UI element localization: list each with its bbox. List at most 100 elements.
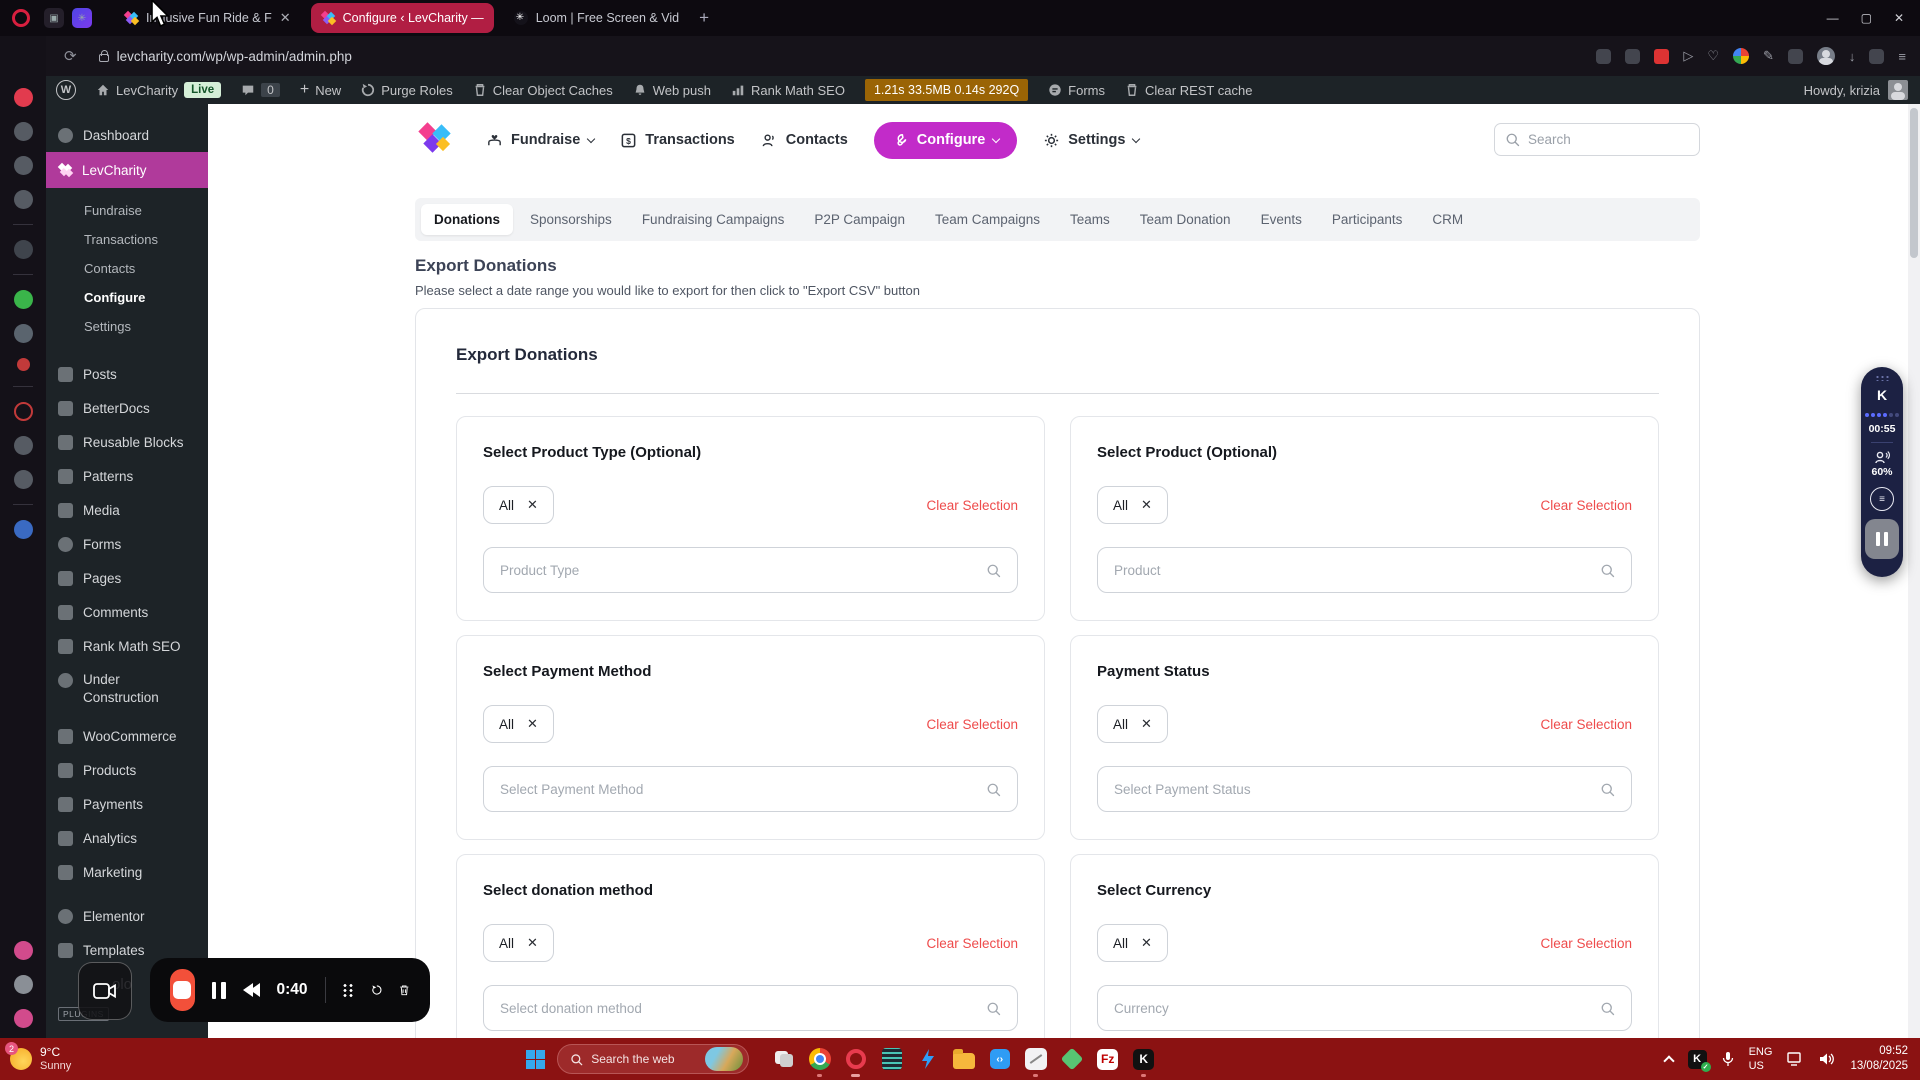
remove-chip-icon[interactable]: ✕ — [527, 716, 538, 732]
tab-participants[interactable]: Participants — [1319, 204, 1416, 235]
camera-bubble-button[interactable] — [78, 962, 132, 1020]
filter-search-field[interactable] — [1097, 985, 1632, 1031]
browser-tab[interactable]: Inclusive Fun Ride & F ✕ — [114, 3, 301, 33]
history-clock-icon[interactable] — [14, 402, 33, 421]
messenger-icon[interactable] — [17, 358, 30, 371]
remove-chip-icon[interactable]: ✕ — [1141, 935, 1152, 951]
clear-selection-link[interactable]: Clear Selection — [1540, 936, 1632, 951]
sidebar-item-forms[interactable]: Forms — [46, 527, 208, 561]
window-minimize-button[interactable]: — — [1827, 11, 1839, 25]
puzzle-extension-icon[interactable] — [1788, 49, 1803, 64]
nav-contacts[interactable]: Contacts — [761, 132, 848, 149]
sidebar-item-media[interactable]: Media — [46, 493, 208, 527]
nav-configure[interactable]: Configure — [874, 122, 1017, 159]
performance-badge[interactable]: 1.21s 33.5MB 0.14s 292Q — [855, 76, 1038, 104]
filter-search-field[interactable] — [483, 547, 1018, 593]
clear-selection-link[interactable]: Clear Selection — [1540, 717, 1632, 732]
pink-app-icon[interactable] — [14, 1009, 33, 1028]
tab-teams[interactable]: Teams — [1057, 204, 1123, 235]
clear-object-caches-menu[interactable]: Clear Object Caches — [463, 76, 623, 104]
tab-events[interactable]: Events — [1248, 204, 1315, 235]
thunder-app-icon[interactable] — [915, 1047, 940, 1072]
page-scrollbar[interactable] — [1908, 104, 1920, 1038]
palette-extension-icon[interactable] — [1733, 48, 1749, 64]
tab-crm[interactable]: CRM — [1419, 204, 1476, 235]
snipping-tool-icon[interactable] — [1023, 1047, 1048, 1072]
web-push-menu[interactable]: Web push — [623, 76, 721, 104]
selected-chip[interactable]: All✕ — [1097, 705, 1168, 743]
grid-extension-icon[interactable] — [1625, 49, 1640, 64]
filter-search-input[interactable] — [500, 563, 986, 578]
clear-selection-link[interactable]: Clear Selection — [1540, 498, 1632, 513]
sidebar-item-analytics[interactable]: Analytics — [46, 821, 208, 855]
comments-menu[interactable]: 0 — [231, 76, 290, 104]
tab-close-icon[interactable]: ✕ — [280, 10, 291, 26]
taskbar-search[interactable]: Search the web — [557, 1044, 749, 1074]
address-bar[interactable]: levcharity.com/wp/wp-admin/admin.php — [99, 49, 352, 64]
clear-selection-link[interactable]: Clear Selection — [926, 936, 1018, 951]
heart-icon[interactable]: ♡ — [1707, 48, 1719, 64]
selected-chip[interactable]: All✕ — [483, 705, 554, 743]
sidebar-item-comments[interactable]: Comments — [46, 595, 208, 629]
new-tab-button[interactable]: + — [699, 8, 709, 28]
scrollbar-thumb[interactable] — [1910, 108, 1918, 258]
search-input[interactable] — [1528, 132, 1668, 147]
pinned-app-icon[interactable] — [14, 941, 33, 960]
clear-rest-cache-menu[interactable]: Clear REST cache — [1115, 76, 1262, 104]
sidebar-item-reusable-blocks[interactable]: Reusable Blocks — [46, 425, 208, 459]
window-close-button[interactable]: ✕ — [1894, 11, 1904, 25]
browser-tab[interactable]: Loom | Free Screen & Vid — [504, 3, 689, 33]
filter-search-field[interactable] — [483, 766, 1018, 812]
sidebar-item-configure[interactable]: Configure — [46, 283, 208, 312]
discord-icon[interactable] — [14, 324, 33, 343]
play-icon[interactable]: ▷ — [1683, 48, 1693, 64]
workspace-icon[interactable]: ▣ — [44, 8, 64, 28]
sidebar-setup-icon[interactable] — [1869, 49, 1884, 64]
mail-app-icon[interactable] — [14, 190, 33, 209]
filter-search-field[interactable] — [1097, 766, 1632, 812]
sidebar-item-dashboard[interactable]: Dashboard — [46, 118, 208, 152]
sidebar-item-elementor[interactable]: Elementor — [46, 899, 208, 933]
sidebar-item-rank-math[interactable]: Rank Math SEO — [46, 629, 208, 663]
pencil-icon[interactable]: ✎ — [1763, 48, 1774, 64]
clear-selection-link[interactable]: Clear Selection — [926, 498, 1018, 513]
rewind-button[interactable] — [243, 983, 260, 997]
microphone-icon[interactable] — [1722, 1051, 1734, 1067]
adblock-shield-icon[interactable] — [1654, 49, 1669, 64]
pin-extension-icon[interactable] — [1596, 49, 1611, 64]
selected-chip[interactable]: All✕ — [1097, 486, 1168, 524]
tab-donations[interactable]: Donations — [421, 204, 513, 235]
tab-team-campaigns[interactable]: Team Campaigns — [922, 204, 1053, 235]
downloads-icon[interactable]: ↓ — [1849, 49, 1856, 64]
language-indicator[interactable]: ENGUS — [1749, 1045, 1773, 1074]
snapshot-app-icon[interactable] — [14, 122, 33, 141]
plugin-search[interactable] — [1494, 123, 1700, 156]
new-content-menu[interactable]: +New — [290, 76, 351, 104]
filter-search-field[interactable] — [483, 985, 1018, 1031]
tab-sponsorships[interactable]: Sponsorships — [517, 204, 625, 235]
network-icon[interactable] — [1787, 1052, 1804, 1066]
sidebar-item-marketing[interactable]: Marketing — [46, 855, 208, 889]
vscode-app-icon[interactable]: ‹› — [987, 1047, 1012, 1072]
rank-math-menu[interactable]: Rank Math SEO — [721, 76, 855, 104]
whatsapp-icon[interactable] — [14, 290, 33, 309]
sidebar-item-transactions[interactable]: Transactions — [46, 225, 208, 254]
sidebar-item-fundraise[interactable]: Fundraise — [46, 196, 208, 225]
reload-button[interactable]: ⟳ — [64, 47, 77, 65]
tray-k-icon[interactable]: K✓ — [1688, 1050, 1707, 1069]
notes-button[interactable]: ≡ — [1870, 487, 1894, 511]
trash-icon[interactable] — [399, 980, 410, 1000]
remove-chip-icon[interactable]: ✕ — [1141, 716, 1152, 732]
filter-search-input[interactable] — [1114, 782, 1600, 797]
filter-search-input[interactable] — [1114, 563, 1600, 578]
notepad-app-icon[interactable] — [879, 1047, 904, 1072]
tray-expand-icon[interactable] — [1663, 1055, 1674, 1066]
nav-settings[interactable]: Settings — [1043, 132, 1139, 149]
sidebar-item-posts[interactable]: Posts — [46, 357, 208, 391]
window-maximize-button[interactable]: ▢ — [1861, 11, 1872, 25]
sidebar-item-levcharity[interactable]: LevCharity — [46, 152, 208, 188]
volume-icon[interactable] — [1819, 1052, 1835, 1066]
chrome-app-icon[interactable] — [807, 1047, 832, 1072]
site-name-menu[interactable]: LevCharity Live — [86, 76, 231, 104]
sidebar-item-patterns[interactable]: Patterns — [46, 459, 208, 493]
